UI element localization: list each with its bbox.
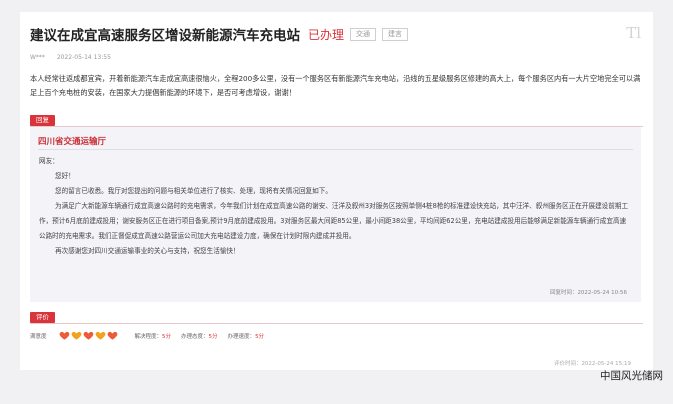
reply-paragraph: 您的留言已收悉。我厅对您提出的问题与相关单位进行了核实、处理，现将有关情况回复如… [55, 187, 332, 195]
evaluation-row: 满意度 解决程度：5分 办理态度：5分 办理速度：5分 [30, 330, 274, 341]
message-content: 本人经常往返成都宜宾，开着新能源汽车走成宜高速很恼火，全程200多公里，没有一个… [30, 74, 641, 97]
reply-organization: 四川省交通运输厅 [38, 137, 107, 147]
solve-score-label: 解决程度： [134, 333, 163, 340]
reply-box: 四川省交通运输厅 网友： 您好！ 您的留言已收悉。我厅对您提出的问题与相关单位进… [30, 127, 641, 302]
speed-score: 办理速度：5分 [228, 332, 265, 340]
attitude-score-label: 办理态度： [181, 333, 209, 340]
reply-paragraph: 为满足广大新能源车辆通行成宜高速公路时的充电需求，今年我们计划在成宜高速公路的谢… [39, 202, 629, 240]
message-meta: W*** 2022-05-14 13:55 [30, 54, 121, 61]
tag-transport[interactable]: 交通 [350, 27, 377, 41]
reply-greeting: 网友： [39, 157, 59, 165]
text-size-icon[interactable]: Tl [626, 24, 641, 42]
evaluation-time: 评价时间：2022-05-24 15:19 [553, 361, 631, 367]
heart-icon [95, 331, 105, 340]
speed-score-label: 办理速度： [227, 333, 256, 340]
heart-icon [59, 331, 69, 340]
reply-body: 网友： 您好！ 您的留言已收悉。我厅对您提出的问题与相关单位进行了核实、处理，现… [39, 154, 630, 259]
heart-icon [83, 331, 93, 340]
attitude-score: 办理态度：5分 [181, 332, 218, 340]
watermark: 中国风光储网 [600, 370, 663, 382]
title-row: 建议在成宜高速服务区增设新能源汽车充电站 已办理 交通 建言 [30, 25, 643, 44]
solve-score-value: 5分 [162, 333, 172, 340]
satisfaction-label: 满意度 [30, 333, 47, 340]
solve-score: 解决程度：5分 [135, 332, 172, 340]
org-divider [38, 149, 633, 150]
satisfaction-rating [59, 330, 119, 341]
reply-label: 回复 [30, 115, 55, 126]
heart-icon [71, 331, 81, 340]
evaluation-label: 评价 [30, 312, 55, 323]
message-card: 建议在成宜高速服务区增设新能源汽车充电站 已办理 交通 建言 Tl W*** 2… [20, 12, 653, 370]
heart-icon [107, 331, 117, 340]
post-date: 2022-05-14 13:55 [56, 54, 111, 61]
evaluation-divider [30, 323, 643, 324]
reply-paragraph: 再次感谢您对四川交通运输事业的关心与支持，祝您生活愉快！ [55, 247, 240, 255]
status-badge: 已办理 [308, 27, 345, 42]
reply-time: 回复时间：2022-05-24 10:56 [549, 290, 627, 296]
speed-score-value: 5分 [255, 333, 265, 340]
attitude-score-value: 5分 [208, 333, 218, 340]
reply-paragraph: 您好！ [55, 172, 75, 180]
tag-suggestion[interactable]: 建言 [382, 27, 409, 41]
page-title: 建议在成宜高速服务区增设新能源汽车充电站 [30, 28, 300, 44]
author-name: W*** [30, 54, 45, 61]
